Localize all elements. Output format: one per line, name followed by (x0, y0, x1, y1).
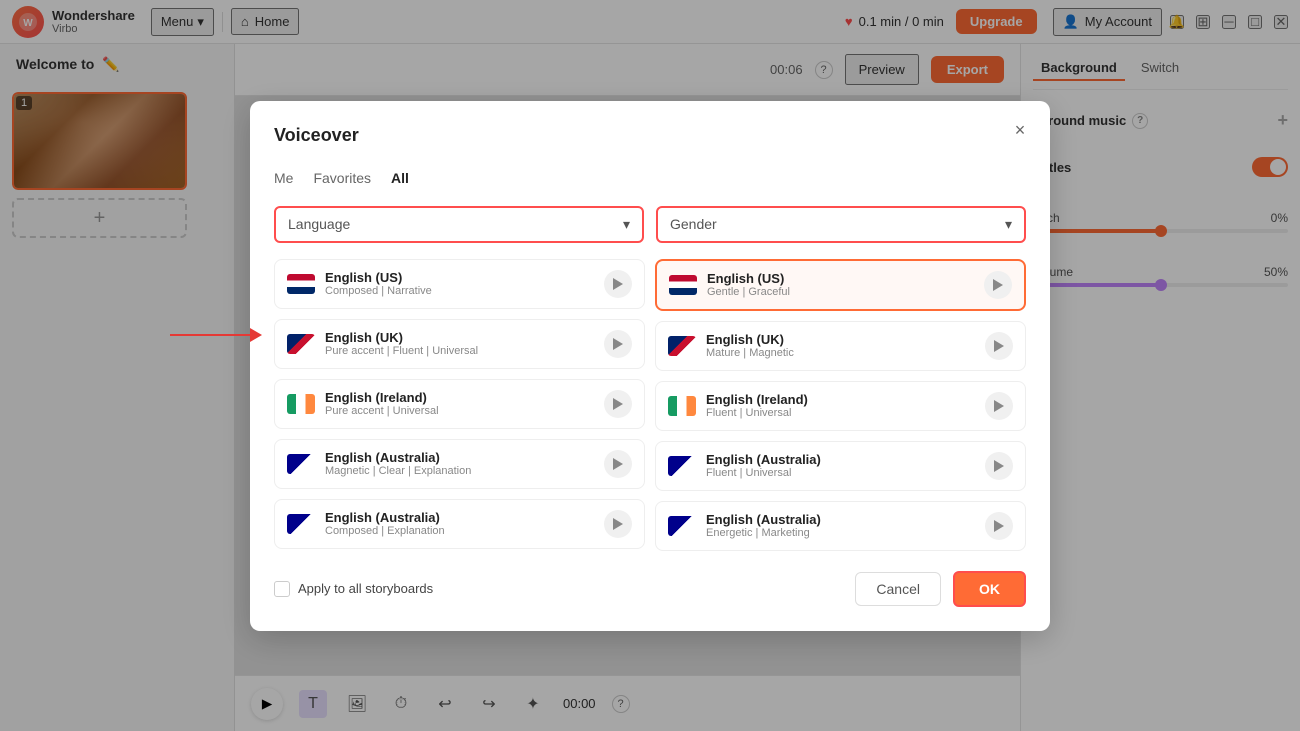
voice-item-en-uk-2[interactable]: English (UK) Mature | Magnetic (655, 321, 1026, 371)
voice-desc: Pure accent | Fluent | Universal (325, 345, 594, 357)
play-voice-button[interactable] (604, 390, 632, 418)
voice-name: English (Australia) (325, 510, 594, 525)
voice-item-en-au-3[interactable]: English (Australia) Composed | Explanati… (274, 499, 645, 549)
voice-desc: Composed | Narrative (325, 285, 594, 297)
voice-desc: Mature | Magnetic (706, 347, 975, 359)
voice-name: English (Ireland) (325, 390, 594, 405)
annotation-arrow (170, 328, 262, 342)
voice-item-en-au-2[interactable]: English (Australia) Fluent | Universal (655, 441, 1026, 491)
voices-grid: English (US) Composed | Narrative Englis… (274, 259, 1026, 551)
voice-name: English (Australia) (706, 512, 975, 527)
play-voice-button[interactable] (985, 332, 1013, 360)
flag-uk-icon (287, 334, 315, 354)
play-voice-button[interactable] (604, 450, 632, 478)
cancel-button[interactable]: Cancel (855, 572, 941, 606)
voice-item-en-uk-1[interactable]: English (UK) Pure accent | Fluent | Univ… (274, 319, 645, 369)
language-select[interactable]: Language ▾ (274, 206, 644, 243)
tab-all[interactable]: All (391, 166, 409, 190)
voice-desc: Magnetic | Clear | Explanation (325, 465, 594, 477)
play-voice-button[interactable] (984, 271, 1012, 299)
voice-item-en-us-2[interactable]: English (US) Gentle | Graceful (655, 259, 1026, 311)
chevron-down-icon-2: ▾ (1005, 216, 1012, 233)
voice-name: English (UK) (325, 330, 594, 345)
voice-name: English (US) (325, 270, 594, 285)
flag-uk-icon-2 (668, 336, 696, 356)
play-voice-button[interactable] (985, 392, 1013, 420)
voice-name: English (Australia) (325, 450, 594, 465)
voice-desc: Fluent | Universal (706, 467, 975, 479)
play-voice-button[interactable] (604, 510, 632, 538)
flag-aus-icon-3 (668, 456, 696, 476)
apply-all-checkbox[interactable] (274, 581, 290, 597)
tab-me[interactable]: Me (274, 166, 293, 190)
dialog-tabs: Me Favorites All (274, 166, 1026, 190)
voice-item-en-ie-2[interactable]: English (Ireland) Fluent | Universal (655, 381, 1026, 431)
tab-favorites[interactable]: Favorites (313, 166, 371, 190)
play-voice-button[interactable] (604, 270, 632, 298)
voices-column-left: English (US) Composed | Narrative Englis… (274, 259, 645, 551)
voice-desc: Pure accent | Universal (325, 405, 594, 417)
dialog-overlay: Voiceover × Me Favorites All Language ▾ … (0, 0, 1300, 731)
voice-name: English (US) (707, 271, 974, 286)
dialog-footer: Apply to all storyboards Cancel OK (274, 571, 1026, 607)
apply-all-checkbox-label[interactable]: Apply to all storyboards (274, 581, 433, 597)
voice-item-en-au-4[interactable]: English (Australia) Energetic | Marketin… (655, 501, 1026, 551)
filter-row: Language ▾ Gender ▾ (274, 206, 1026, 243)
gender-select[interactable]: Gender ▾ (656, 206, 1026, 243)
voice-desc: Fluent | Universal (706, 407, 975, 419)
voices-column-right: English (US) Gentle | Graceful English (… (655, 259, 1026, 551)
voice-item-en-us-1[interactable]: English (US) Composed | Narrative (274, 259, 645, 309)
voice-name: English (Ireland) (706, 392, 975, 407)
ok-button[interactable]: OK (953, 571, 1026, 607)
flag-ireland-icon (287, 394, 315, 414)
voice-name: English (UK) (706, 332, 975, 347)
play-voice-button[interactable] (604, 330, 632, 358)
voice-item-en-au-1[interactable]: English (Australia) Magnetic | Clear | E… (274, 439, 645, 489)
chevron-down-icon: ▾ (623, 216, 630, 233)
flag-us-icon-2 (669, 275, 697, 295)
voice-desc: Composed | Explanation (325, 525, 594, 537)
flag-aus-icon-2 (287, 514, 315, 534)
play-voice-button[interactable] (985, 512, 1013, 540)
flag-aus-icon (287, 454, 315, 474)
flag-us-icon (287, 274, 315, 294)
dialog-title: Voiceover (274, 125, 1026, 146)
play-voice-button[interactable] (985, 452, 1013, 480)
voice-desc: Energetic | Marketing (706, 527, 975, 539)
dialog-close-button[interactable]: × (1006, 117, 1034, 145)
voiceover-dialog: Voiceover × Me Favorites All Language ▾ … (250, 101, 1050, 631)
flag-aus-icon-4 (668, 516, 696, 536)
voice-desc: Gentle | Graceful (707, 286, 974, 298)
voice-item-en-ie-1[interactable]: English (Ireland) Pure accent | Universa… (274, 379, 645, 429)
voice-name: English (Australia) (706, 452, 975, 467)
flag-ireland-icon-2 (668, 396, 696, 416)
